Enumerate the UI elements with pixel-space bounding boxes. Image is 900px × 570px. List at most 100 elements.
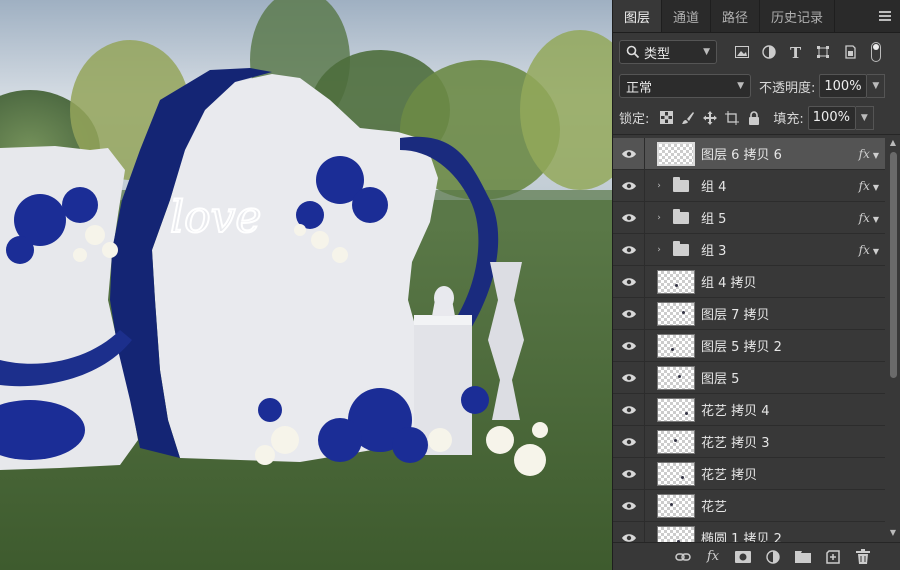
chevron-right-icon[interactable]: › xyxy=(653,213,665,223)
filter-type-button[interactable]: T xyxy=(785,41,807,63)
opacity-input[interactable]: 100% xyxy=(819,74,868,98)
shape-icon xyxy=(817,46,829,58)
fx-icon: fx xyxy=(706,549,720,564)
layer-effects-icon[interactable]: fx ▼ xyxy=(859,147,879,161)
hamburger-icon xyxy=(879,11,891,21)
layer-name: 花艺 xyxy=(701,500,728,515)
scrollbar-thumb[interactable] xyxy=(890,152,897,378)
eye-icon xyxy=(621,149,636,158)
document-canvas[interactable]: love xyxy=(0,0,612,570)
thumbnail-content xyxy=(678,374,681,378)
layer-effects-icon[interactable]: fx ▼ xyxy=(859,243,879,257)
add-layer-style-button[interactable]: fx xyxy=(703,547,723,567)
svg-text:T: T xyxy=(790,45,802,59)
layers-panel: 图层 通道 路径 历史记录 类型 ▼ T 正常 ▼ 不透明度: 100% ▼ 锁… xyxy=(612,0,900,570)
tab-layers[interactable]: 图层 xyxy=(613,0,663,32)
delete-layer-button[interactable] xyxy=(853,547,873,567)
panel-tab-bar: 图层 通道 路径 历史记录 xyxy=(613,0,900,33)
tab-label: 图层 xyxy=(624,10,651,26)
visibility-toggle[interactable] xyxy=(613,265,645,298)
layer-row[interactable]: 椭圆 1 拷贝 2 xyxy=(613,521,885,542)
artboard-icon xyxy=(725,110,740,125)
panel-menu-button[interactable] xyxy=(870,0,900,32)
opacity-slider-toggle[interactable]: ▼ xyxy=(867,74,886,98)
visibility-toggle[interactable] xyxy=(613,169,645,202)
visibility-toggle[interactable] xyxy=(613,297,645,330)
chevron-down-icon: ▼ xyxy=(872,214,879,224)
eye-icon xyxy=(621,469,636,478)
chevron-down-icon: ▼ xyxy=(872,246,879,256)
filter-smartobject-button[interactable] xyxy=(839,41,861,63)
layer-thumbnail xyxy=(657,525,695,542)
layer-group-row[interactable]: › 组 4 fx ▼ xyxy=(613,169,885,202)
blend-mode-dropdown[interactable]: 正常 ▼ xyxy=(619,74,751,98)
visibility-toggle[interactable] xyxy=(613,138,645,170)
lock-label: 锁定: xyxy=(619,112,650,127)
filter-toggle[interactable] xyxy=(871,42,881,62)
visibility-toggle[interactable] xyxy=(613,329,645,362)
layer-row[interactable]: 组 4 拷贝 xyxy=(613,265,885,298)
visibility-toggle[interactable] xyxy=(613,489,645,522)
fx-label: fx xyxy=(858,178,870,193)
layer-row[interactable]: 花艺 拷贝 3 xyxy=(613,425,885,458)
lock-position-button[interactable] xyxy=(699,107,721,129)
layer-row[interactable]: 图层 6 拷贝 6 fx ▼ xyxy=(613,138,885,170)
visibility-toggle[interactable] xyxy=(613,201,645,234)
chevron-right-icon[interactable]: › xyxy=(653,245,665,255)
layer-thumbnail xyxy=(657,397,695,422)
chevron-right-icon[interactable]: › xyxy=(653,181,665,191)
new-adjustment-button[interactable] xyxy=(763,547,783,567)
image-icon xyxy=(735,46,749,58)
layer-row[interactable]: 图层 5 xyxy=(613,361,885,394)
chevron-down-icon: ▼ xyxy=(860,112,868,123)
visibility-toggle[interactable] xyxy=(613,521,645,542)
type-icon: T xyxy=(790,45,802,59)
layer-thumbnail xyxy=(657,429,695,454)
visibility-toggle[interactable] xyxy=(613,233,645,266)
filter-pixel-button[interactable] xyxy=(731,41,753,63)
new-layer-button[interactable] xyxy=(823,547,843,567)
layer-list[interactable]: 图层 6 拷贝 6 fx ▼ › 组 4 fx ▼ › 组 5 fx ▼ › 组 3 fx ▼ 组 4 拷贝图… xyxy=(613,138,885,542)
layer-list-scrollbar[interactable]: ▲ ▼ xyxy=(885,138,900,542)
eye-icon xyxy=(621,341,636,350)
layer-row[interactable]: 图层 5 拷贝 2 xyxy=(613,329,885,362)
lock-all-button[interactable] xyxy=(743,107,765,129)
filter-shape-button[interactable] xyxy=(812,41,834,63)
layer-row[interactable]: 花艺 拷贝 4 xyxy=(613,393,885,426)
filter-adjustment-button[interactable] xyxy=(758,41,780,63)
visibility-toggle[interactable] xyxy=(613,457,645,490)
add-mask-button[interactable] xyxy=(733,547,753,567)
layer-row[interactable]: 花艺 xyxy=(613,489,885,522)
lock-transparent-button[interactable] xyxy=(655,107,677,129)
scroll-up-icon[interactable]: ▲ xyxy=(885,138,900,152)
fill-input[interactable]: 100% xyxy=(807,105,856,130)
link-layers-button[interactable] xyxy=(673,547,693,567)
visibility-toggle[interactable] xyxy=(613,393,645,426)
lock-image-button[interactable] xyxy=(677,107,699,129)
layer-row[interactable]: 图层 7 拷贝 xyxy=(613,297,885,330)
thumbnail-content xyxy=(685,411,688,415)
layer-effects-icon[interactable]: fx ▼ xyxy=(859,211,879,225)
tab-paths[interactable]: 路径 xyxy=(711,0,761,32)
layer-group-row[interactable]: › 组 5 fx ▼ xyxy=(613,201,885,234)
layer-row[interactable]: 花艺 拷贝 xyxy=(613,457,885,490)
tab-channels[interactable]: 通道 xyxy=(662,0,712,32)
fill-slider-toggle[interactable]: ▼ xyxy=(855,105,874,130)
new-group-button[interactable] xyxy=(793,547,813,567)
blend-row: 正常 ▼ 不透明度: 100% ▼ xyxy=(613,71,900,101)
layer-group-row[interactable]: › 组 3 fx ▼ xyxy=(613,233,885,266)
layer-filter-dropdown[interactable]: 类型 ▼ xyxy=(619,40,717,64)
layer-effects-icon[interactable]: fx ▼ xyxy=(859,179,879,193)
tab-label: 路径 xyxy=(722,10,749,26)
thumbnail-content xyxy=(682,310,685,314)
opacity-value: 100% xyxy=(824,78,862,94)
lock-artboard-button[interactable] xyxy=(721,107,743,129)
scroll-down-icon[interactable]: ▼ xyxy=(885,528,900,542)
visibility-toggle[interactable] xyxy=(613,361,645,394)
visibility-toggle[interactable] xyxy=(613,425,645,458)
eye-icon xyxy=(621,405,636,414)
eye-icon xyxy=(621,245,636,254)
layer-name: 组 5 xyxy=(701,212,727,227)
tab-history[interactable]: 历史记录 xyxy=(760,0,836,32)
fx-label: fx xyxy=(858,146,870,161)
